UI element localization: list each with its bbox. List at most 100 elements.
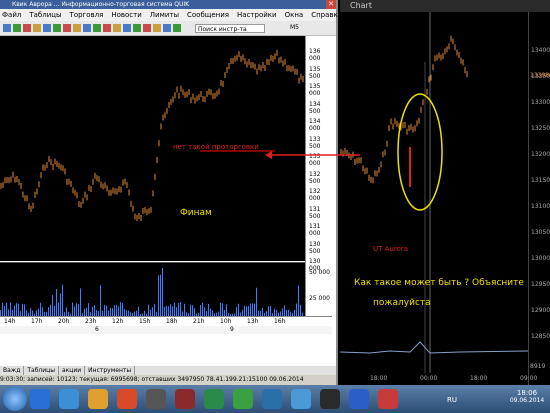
volume-bar — [104, 304, 105, 316]
language-indicator[interactable]: RU — [447, 396, 457, 404]
volume-bar — [112, 308, 113, 316]
price-tick: 133 500 — [309, 135, 321, 150]
menu-item-5[interactable]: Сообщения — [187, 9, 229, 21]
volume-bar — [180, 302, 181, 316]
right-candle-series — [340, 35, 468, 184]
clock-date: 09.06.2014 — [509, 397, 545, 404]
volume-bar — [200, 305, 201, 316]
tab-bar: Важд Таблицы акции Инструменты — [0, 366, 336, 375]
menu-item-4[interactable]: Лимиты — [150, 9, 179, 21]
volume-bar — [254, 303, 255, 316]
volume-bar — [284, 305, 285, 316]
start-icon[interactable] — [3, 387, 27, 411]
search-icon[interactable] — [30, 389, 50, 409]
right-price-tick: 1305000 — [531, 229, 550, 236]
menu-item-1[interactable]: Таблицы — [29, 9, 61, 21]
date-tick: 10h — [220, 318, 232, 325]
chart-icon[interactable] — [378, 389, 398, 409]
menu-item-0[interactable]: Файл — [2, 9, 21, 21]
volume-bar — [220, 302, 221, 316]
right-price-tick: 1300000 — [531, 255, 550, 262]
tab-0[interactable]: Важд — [0, 366, 25, 375]
toolbar-button-icon — [163, 24, 171, 32]
red-arrow — [265, 151, 360, 159]
menu-item-7[interactable]: Окна — [285, 9, 304, 21]
menu-item-8[interactable]: Справка — [311, 9, 342, 21]
app-icon[interactable] — [262, 389, 282, 409]
terminal-icon[interactable] — [320, 389, 340, 409]
menu-item-6[interactable]: Настройки — [237, 9, 277, 21]
volume-bar — [138, 306, 139, 316]
folder-icon[interactable] — [88, 389, 108, 409]
terminal-title-bar[interactable]: Квик Аврора ... Информационно-торговая с… — [0, 0, 336, 9]
volume-bar — [54, 305, 55, 316]
right-price-tick: 1290000 — [531, 307, 550, 314]
toolbar-button-icon — [33, 24, 41, 32]
volume-tick: 50 000 — [309, 269, 330, 276]
volume-bar — [176, 307, 177, 316]
torrent-icon[interactable] — [233, 389, 253, 409]
price-tick: 132 500 — [309, 170, 321, 185]
volume-bar — [120, 302, 121, 316]
taskbar-icons — [30, 385, 420, 413]
photo-icon[interactable] — [204, 389, 224, 409]
price-tick: 134 500 — [309, 100, 321, 115]
menu-item-2[interactable]: Торговля — [70, 9, 104, 21]
volume-chart — [0, 267, 303, 316]
volume-bar — [50, 304, 51, 316]
right-price-tick: 1310000 — [531, 203, 550, 210]
volume-bar — [194, 308, 195, 316]
tab-2[interactable]: акции — [59, 366, 86, 375]
volume-bar — [40, 302, 41, 316]
volume-bar — [60, 293, 61, 316]
menu-item-3[interactable]: Новости — [111, 9, 141, 21]
volume-bar — [300, 304, 301, 316]
volume-bar — [106, 305, 107, 316]
volume-bar — [268, 306, 269, 316]
empty-panel — [0, 334, 332, 366]
volume-tick: 25 000 — [309, 295, 330, 302]
clock[interactable]: 18:06 09.06.2014 — [509, 389, 545, 404]
volume-bar — [236, 307, 237, 316]
word-icon[interactable] — [349, 389, 369, 409]
volume-bar — [92, 306, 93, 316]
toolbar-button-icon — [83, 24, 91, 32]
toolbar-button-icon — [143, 24, 151, 32]
chart-window-title[interactable]: Chart — [340, 0, 550, 12]
volume-bar — [10, 302, 11, 316]
volume-bar — [122, 302, 123, 316]
toolbar-button-icon — [113, 24, 121, 32]
volume-bar — [172, 306, 173, 316]
toolbar-button-icon — [153, 24, 161, 32]
volume-bar — [162, 267, 163, 316]
volume-bar — [38, 308, 39, 316]
toolbar-icons[interactable] — [3, 24, 188, 33]
timeframe-selector[interactable]: M5 — [290, 24, 299, 31]
phone-icon[interactable] — [291, 389, 311, 409]
game-icon[interactable] — [146, 389, 166, 409]
chrome-icon[interactable] — [117, 389, 137, 409]
annotation-ut-aurora: UT Aurora — [373, 245, 409, 253]
tab-1[interactable]: Таблицы — [24, 366, 59, 375]
toolbar-button-icon — [13, 24, 21, 32]
volume-bar — [100, 285, 101, 316]
volume-bar — [238, 303, 239, 316]
volume-bar — [24, 304, 25, 316]
toolbar-button-icon — [53, 24, 61, 32]
close-button[interactable]: ✕ — [326, 0, 336, 9]
mail-icon[interactable] — [59, 389, 79, 409]
tab-3[interactable]: Инструменты — [85, 366, 136, 375]
toolbar-button-icon — [3, 24, 11, 32]
right-price-tick: 1295000 — [531, 281, 550, 288]
volume-bar — [48, 307, 49, 316]
date-tick: 18h — [166, 318, 178, 325]
volume-bar — [114, 305, 115, 316]
search-input[interactable]: Поиск инстр-та — [195, 24, 265, 33]
price-tick: 131 000 — [309, 223, 321, 237]
volume-bar — [72, 302, 73, 316]
game2-icon[interactable] — [175, 389, 195, 409]
terminal-title-text: Квик Аврора ... Информационно-торговая с… — [12, 1, 190, 8]
volume-bar — [210, 308, 211, 316]
volume-bar — [298, 285, 299, 316]
annotation-question-line2: пожалуйста — [373, 298, 431, 308]
